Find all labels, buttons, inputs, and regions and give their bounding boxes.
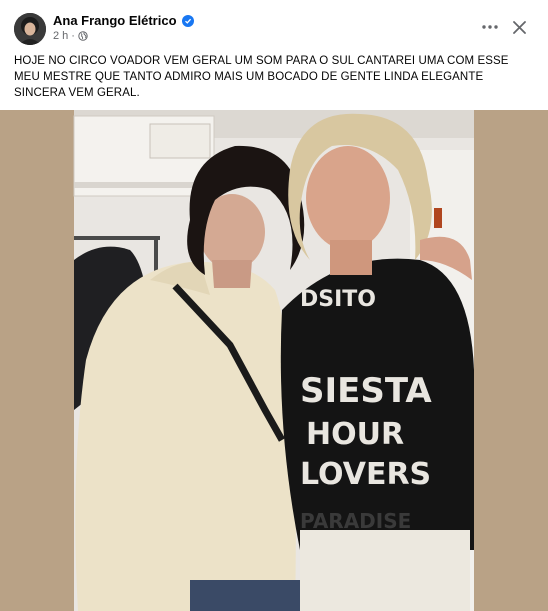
post-caption: HOJE NO CIRCO VOADOR VEM GERAL UM SOM PA… [14, 55, 509, 99]
tshirt-line-1: SIESTA [300, 371, 432, 411]
tshirt-line-3: LOVERS [300, 457, 431, 492]
close-button[interactable] [507, 15, 531, 39]
author-line: Ana Frango Elétrico [53, 13, 194, 28]
post-photo[interactable]: DSITO SIESTA HOUR LOVERS PARADISE [0, 110, 548, 611]
more-horizontal-icon [482, 25, 498, 29]
post-timestamp[interactable]: 2 h [53, 30, 68, 42]
author-name[interactable]: Ana Frango Elétrico [53, 13, 177, 28]
more-options-button[interactable] [478, 15, 502, 39]
avatar[interactable] [14, 13, 46, 45]
separator-dot: · [71, 30, 75, 42]
close-icon [512, 20, 526, 34]
tshirt-bottom-text: PARADISE [300, 509, 411, 533]
post-header: Ana Frango Elétrico 2 h · [0, 0, 548, 48]
globe-icon [78, 31, 88, 41]
tshirt-top-text: DSITO [300, 287, 376, 312]
verified-badge-icon [181, 14, 194, 27]
post-meta: 2 h · [53, 30, 88, 42]
tshirt-line-2: HOUR [306, 417, 404, 452]
facebook-post: Ana Frango Elétrico 2 h · HOJE NO CIRCO … [0, 0, 548, 611]
